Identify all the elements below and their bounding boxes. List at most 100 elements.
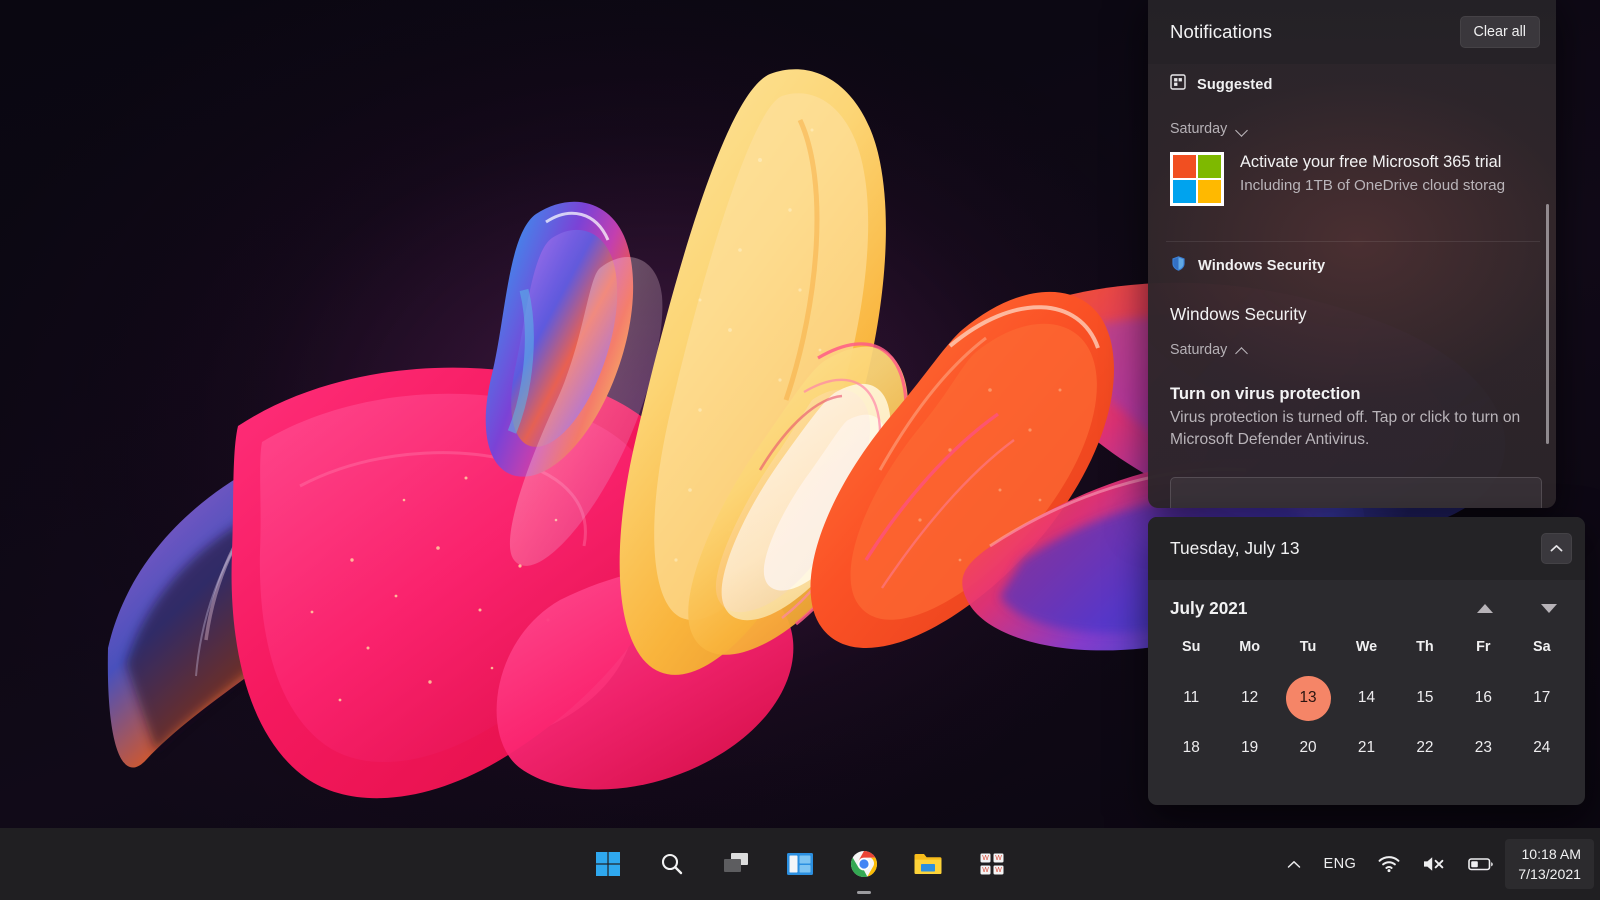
notification-title: Activate your free Microsoft 365 trial — [1240, 153, 1502, 171]
triangle-up-icon[interactable] — [1477, 603, 1493, 613]
shield-icon — [1170, 255, 1187, 277]
chevron-up-icon[interactable] — [1236, 346, 1250, 355]
day-number: 21 — [1357, 739, 1376, 756]
tray-clock-button[interactable]: 10:18 AM 7/13/2021 — [1505, 839, 1594, 889]
day-number: 22 — [1416, 739, 1434, 756]
taskbar-item-search[interactable] — [652, 844, 692, 884]
day-number: 16 — [1474, 689, 1492, 706]
chevron-up-icon — [1550, 545, 1563, 552]
tray-language-indicator[interactable]: ENG — [1312, 841, 1367, 887]
calendar-collapse-button[interactable] — [1541, 533, 1572, 564]
taskbar-item-task-view[interactable] — [716, 844, 756, 884]
wifi-icon — [1378, 856, 1400, 873]
chevron-down-icon[interactable] — [1236, 125, 1250, 134]
calendar-day[interactable]: 24 — [1513, 725, 1571, 771]
calendar-header: Tuesday, July 13 — [1148, 517, 1585, 580]
taskbar-item-microsoft-store[interactable]: W W W W — [972, 844, 1012, 884]
day-number: 13 — [1285, 675, 1331, 721]
calendar-month-row: July 2021 — [1148, 580, 1585, 636]
speaker-muted-icon — [1424, 857, 1444, 871]
taskbar-app-group: W W W W — [588, 844, 1012, 884]
day-header: Fr — [1476, 639, 1491, 655]
notification-title: Turn on virus protection — [1170, 384, 1361, 403]
svg-text:W: W — [982, 855, 989, 862]
calendar-day[interactable]: 21 — [1337, 725, 1395, 771]
calendar-day[interactable]: 11 — [1162, 675, 1220, 721]
tray-volume-button[interactable] — [1411, 841, 1457, 887]
suggested-layout-icon — [1170, 74, 1186, 95]
calendar-day[interactable]: 20 — [1279, 725, 1337, 771]
day-header: Sa — [1532, 639, 1551, 655]
day-label: Saturday — [1170, 342, 1228, 358]
notification-scrollbar[interactable] — [1546, 204, 1549, 444]
widgets-icon — [787, 853, 813, 875]
calendar-day[interactable]: 19 — [1220, 725, 1278, 771]
calendar-day[interactable]: 14 — [1337, 675, 1395, 721]
day-header: Tu — [1299, 639, 1317, 655]
day-number: 18 — [1182, 739, 1200, 756]
windows-logo-icon — [596, 852, 620, 876]
tray-battery-button[interactable] — [1457, 841, 1505, 887]
day-header: Mo — [1239, 639, 1261, 655]
calendar-day-headers: Su Mo Tu We Th Fr Sa — [1148, 639, 1585, 655]
clear-all-button[interactable]: Clear all — [1459, 16, 1540, 48]
calendar-day[interactable]: 15 — [1396, 675, 1454, 721]
day-group-saturday-security[interactable]: Saturday — [1148, 342, 1556, 358]
day-number: 11 — [1183, 689, 1200, 706]
group-divider — [1166, 241, 1540, 242]
notification-header: Notifications Clear all — [1148, 0, 1556, 64]
system-tray: ENG 10:18 AM 7/13/2021 — [1276, 828, 1600, 900]
day-header: We — [1355, 639, 1378, 655]
taskbar-item-start[interactable] — [588, 844, 628, 884]
calendar-day[interactable]: 22 — [1396, 725, 1454, 771]
clock-date: 7/13/2021 — [1518, 866, 1581, 882]
calendar-day[interactable]: 23 — [1454, 725, 1512, 771]
calendar-current-date: Tuesday, July 13 — [1170, 538, 1300, 558]
clock-time: 10:18 AM — [1521, 846, 1581, 862]
language-label: ENG — [1323, 856, 1357, 872]
taskbar-item-widgets[interactable] — [780, 844, 820, 884]
taskbar[interactable]: W W W W ENG 10:18 AM 7/13/2021 — [0, 828, 1600, 900]
tray-network-button[interactable] — [1367, 841, 1411, 887]
day-number: 23 — [1474, 739, 1492, 756]
svg-text:W: W — [995, 855, 1002, 862]
day-number: 20 — [1299, 739, 1317, 756]
day-header: Th — [1416, 639, 1434, 655]
battery-icon — [1468, 858, 1494, 871]
calendar-panel[interactable]: Tuesday, July 13 July 2021 Su Mo Tu We T… — [1148, 517, 1585, 805]
day-number: 15 — [1416, 689, 1434, 706]
microsoft-logo-icon — [1170, 152, 1224, 206]
notification-body: Virus protection is turned off. Tap or c… — [1170, 409, 1521, 449]
notifications-title: Notifications — [1170, 21, 1273, 42]
notification-section-title: Windows Security — [1170, 304, 1307, 324]
search-icon — [661, 853, 683, 875]
calendar-day[interactable]: 16 — [1454, 675, 1512, 721]
calendar-month-label[interactable]: July 2021 — [1170, 598, 1477, 619]
chevron-up-icon — [1288, 860, 1301, 868]
notification-group-header-windows-security[interactable]: Windows Security — [1148, 255, 1556, 277]
calendar-week-row: 11 12 13 14 15 16 17 — [1148, 675, 1585, 721]
notification-item-microsoft-365[interactable]: Activate your free Microsoft 365 trial I… — [1148, 152, 1556, 234]
folder-icon — [914, 854, 942, 874]
day-label: Saturday — [1170, 121, 1228, 137]
notification-group-header-suggested[interactable]: Suggested — [1148, 74, 1556, 95]
svg-text:W: W — [995, 867, 1002, 874]
notification-center-panel[interactable]: Notifications Clear all Suggested Saturd… — [1148, 0, 1556, 508]
calendar-day-today[interactable]: 13 — [1279, 675, 1337, 721]
taskbar-item-file-explorer[interactable] — [908, 844, 948, 884]
calendar-day[interactable]: 17 — [1513, 675, 1571, 721]
notification-action-button[interactable] — [1170, 477, 1542, 508]
day-group-saturday-suggested[interactable]: Saturday — [1148, 121, 1556, 137]
day-number: 12 — [1241, 689, 1259, 706]
triangle-down-icon[interactable] — [1541, 603, 1557, 613]
day-header: Su — [1182, 639, 1201, 655]
svg-text:W: W — [982, 867, 989, 874]
tray-overflow-button[interactable] — [1276, 841, 1312, 887]
taskbar-item-chrome[interactable] — [844, 844, 884, 884]
chrome-icon — [851, 851, 877, 878]
day-number: 24 — [1533, 739, 1551, 756]
store-icon: W W W W — [980, 853, 1004, 875]
calendar-day[interactable]: 18 — [1162, 725, 1220, 771]
calendar-day[interactable]: 12 — [1220, 675, 1278, 721]
suggested-label: Suggested — [1197, 76, 1273, 93]
